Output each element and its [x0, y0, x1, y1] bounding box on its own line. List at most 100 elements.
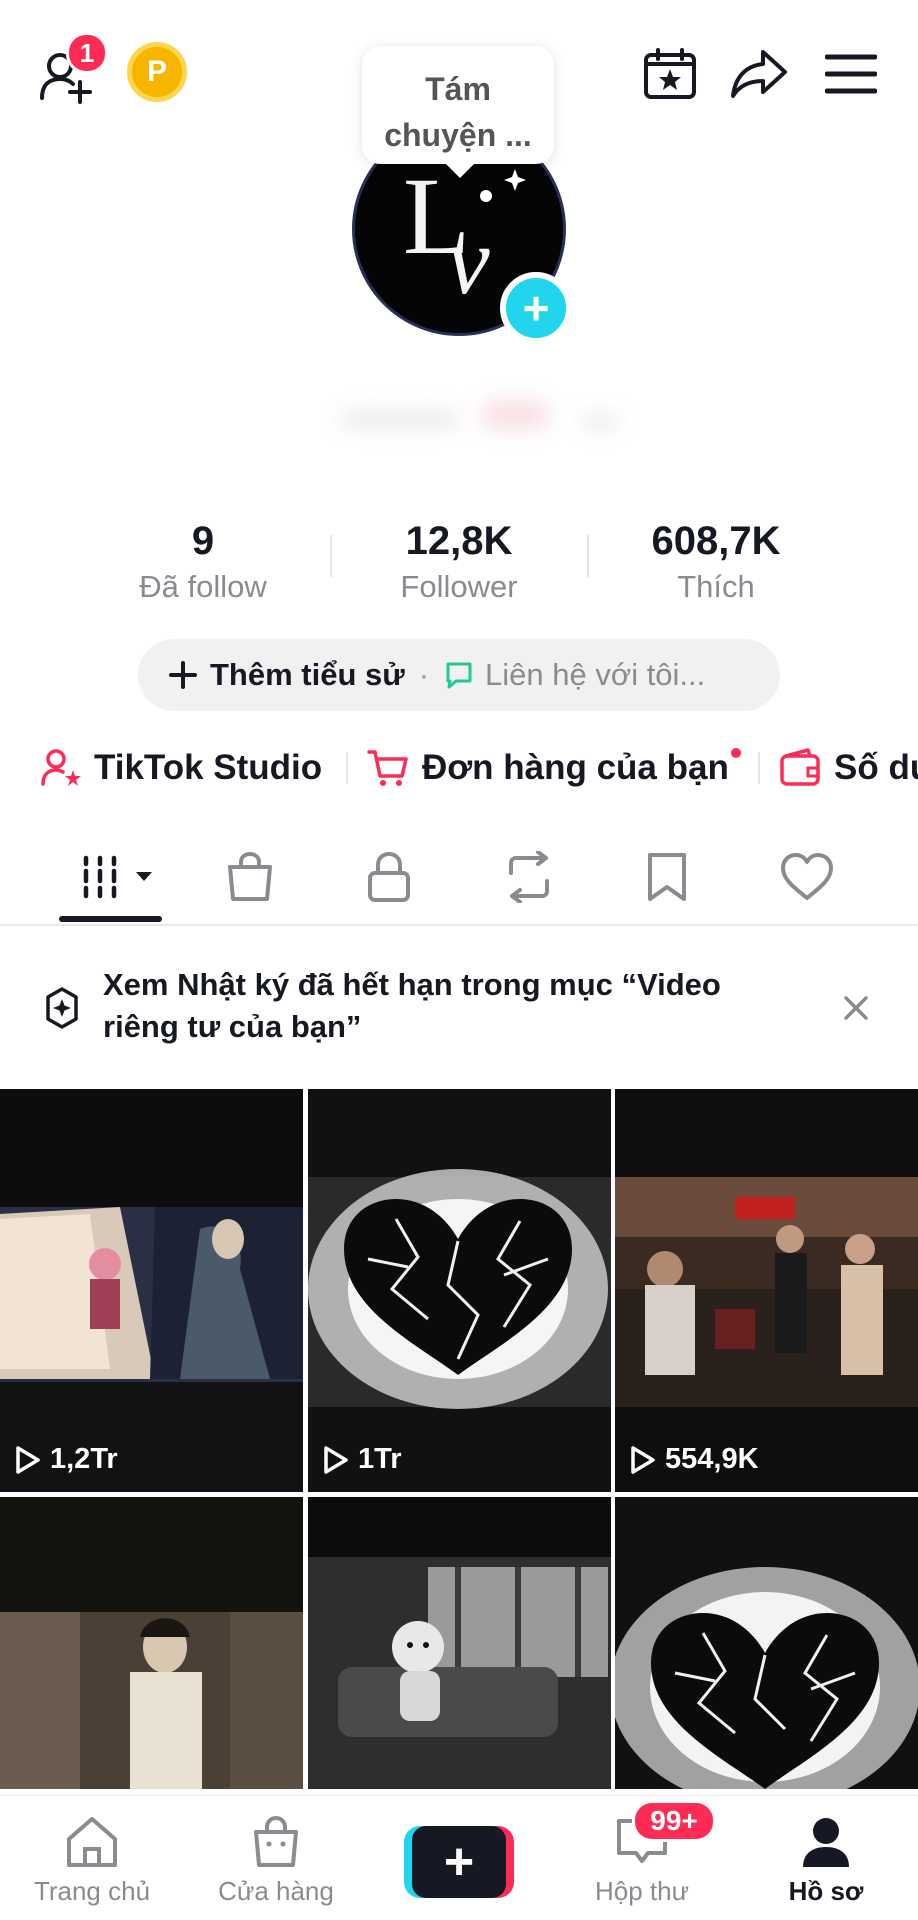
- shopping-cart-icon: [367, 750, 408, 786]
- tab-reposts[interactable]: [494, 842, 564, 912]
- repost-icon: [509, 851, 549, 903]
- video-thumbnail[interactable]: 554,9K: [615, 1089, 918, 1492]
- wallet-icon: [780, 748, 820, 786]
- view-count: 1,2Tr: [14, 1443, 118, 1476]
- profile-links-row: TikTok Studio Đơn hàng của bạn Số dư: [0, 740, 918, 796]
- tiktok-studio-link[interactable]: TikTok Studio: [40, 740, 322, 796]
- profile-stats: 9 Đã follow 12,8K Follower 608,7K Thích: [0, 515, 918, 605]
- stat-followers-label: Follower: [400, 569, 518, 604]
- play-outline-icon: [631, 1445, 655, 1474]
- nav-shop-label: Cửa hàng: [218, 1876, 334, 1906]
- nav-shop[interactable]: Cửa hàng: [196, 1796, 356, 1920]
- view-count-label: 1Tr: [358, 1443, 402, 1475]
- inbox-badge: 99+: [632, 1800, 716, 1842]
- nav-profile-label: Hồ sơ: [788, 1876, 864, 1906]
- view-count-label: 1,2Tr: [50, 1443, 118, 1475]
- event-calendar-button[interactable]: [640, 44, 700, 104]
- video-grid: 1,2Tr 1Tr 554,9K: [0, 1089, 918, 1789]
- plus-icon: +: [443, 1833, 475, 1891]
- tab-private[interactable]: [354, 842, 424, 912]
- street-scene-image: [615, 1089, 918, 1492]
- shopping-bag-icon: [228, 851, 272, 901]
- svg-text:v: v: [447, 207, 490, 314]
- contact-label: Liên hệ với tôi...: [485, 657, 706, 692]
- close-icon[interactable]: [842, 994, 870, 1022]
- stat-likes-value: 608,7K: [651, 519, 781, 563]
- plus-icon: [169, 661, 197, 689]
- share-profile-button[interactable]: [728, 44, 790, 104]
- tiktok-studio-label: TikTok Studio: [94, 748, 323, 787]
- nav-inbox[interactable]: 99+ Hộp thư: [562, 1796, 722, 1920]
- view-count: 554,9K: [629, 1443, 759, 1476]
- video-thumbnail[interactable]: [308, 1497, 611, 1789]
- avatar-add-button[interactable]: +: [500, 272, 572, 344]
- video-thumbnail[interactable]: 1Tr: [308, 1089, 611, 1492]
- nav-profile[interactable]: Hồ sơ: [746, 1796, 906, 1920]
- blurred-username: [330, 390, 700, 450]
- tab-favorites[interactable]: [632, 842, 702, 912]
- stat-following-value: 9: [191, 519, 215, 563]
- balance-link[interactable]: Số dư: [778, 740, 918, 796]
- video-thumbnail[interactable]: [615, 1497, 918, 1789]
- stat-following-label: Đã follow: [139, 569, 267, 604]
- profile-person-icon: [803, 1818, 849, 1867]
- stat-following[interactable]: 9 Đã follow: [78, 515, 328, 607]
- add-bio-label: Thêm tiểu sử: [210, 657, 405, 692]
- orders-link[interactable]: Đơn hàng của bạn: [366, 740, 741, 796]
- creator-person-icon: [41, 749, 81, 786]
- nav-home[interactable]: Trang chủ: [12, 1796, 172, 1920]
- orders-notification-dot: [730, 748, 741, 758]
- view-count: 1Tr: [322, 1443, 402, 1476]
- hamburger-menu-icon: [825, 54, 877, 94]
- link-separator: [346, 752, 348, 784]
- note-bubble[interactable]: Tám chuyện ...: [362, 46, 554, 178]
- stat-followers-value: 12,8K: [405, 519, 513, 563]
- shopping-bag-icon: [254, 1815, 298, 1867]
- video-thumbnail[interactable]: 1,2Tr: [0, 1089, 303, 1492]
- bottom-navigation: Trang chủ Cửa hàng + 99+ Hộp thư Hồ sơ: [0, 1795, 918, 1920]
- stat-followers[interactable]: 12,8K Follower: [334, 515, 584, 607]
- tab-shop[interactable]: [215, 842, 285, 912]
- bio-pill: Thêm tiểu sử · Liên hệ với tôi...: [138, 639, 780, 711]
- stat-likes[interactable]: 608,7K Thích: [591, 515, 841, 607]
- coin-icon[interactable]: P: [127, 42, 187, 102]
- tab-videos[interactable]: [78, 842, 158, 912]
- heart-outline-icon: [781, 853, 833, 900]
- broken-heart-image: [615, 1497, 918, 1789]
- broken-heart-image: [308, 1089, 611, 1492]
- orders-label: Đơn hàng của bạn: [422, 748, 729, 787]
- content-tabs: [0, 830, 918, 926]
- view-count-label: 554,9K: [665, 1443, 759, 1475]
- sparkle-box-icon: [46, 987, 78, 1029]
- active-tab-indicator: [59, 916, 162, 922]
- sad-figure-image: [308, 1497, 611, 1789]
- nav-home-label: Trang chủ: [33, 1876, 151, 1906]
- anime-scene-image: [0, 1089, 303, 1492]
- lock-icon: [368, 851, 410, 902]
- video-thumbnail[interactable]: [0, 1497, 303, 1789]
- note-bubble-line1: Tám: [425, 71, 491, 107]
- stat-divider: [587, 535, 589, 577]
- create-button-core: +: [412, 1826, 506, 1898]
- menu-button[interactable]: [820, 48, 882, 100]
- stat-likes-label: Thích: [677, 569, 755, 604]
- share-arrow-icon: [731, 50, 787, 98]
- add-friend-button[interactable]: 1: [34, 32, 108, 108]
- friend-request-badge: 1: [66, 32, 108, 74]
- anime-boy-image: [0, 1497, 303, 1789]
- create-button[interactable]: +: [404, 1826, 514, 1898]
- add-bio-button[interactable]: Thêm tiểu sử: [168, 657, 405, 693]
- note-bubble-line2: chuyện ...: [384, 117, 532, 153]
- stat-divider: [330, 535, 332, 577]
- tab-liked[interactable]: [772, 842, 842, 912]
- contact-button[interactable]: Liên hệ với tôi...: [443, 657, 705, 693]
- nav-inbox-label: Hộp thư: [594, 1876, 689, 1906]
- expired-diary-notice[interactable]: Xem Nhật ký đã hết hạn trong mục “Video …: [0, 928, 918, 1088]
- bio-separator: ·: [418, 657, 430, 692]
- video-grid-icon: [83, 855, 152, 899]
- chat-bubble-icon: [446, 662, 472, 689]
- bookmark-icon: [648, 853, 686, 901]
- link-separator: [758, 752, 760, 784]
- balance-label: Số dư: [834, 748, 918, 787]
- play-outline-icon: [16, 1445, 40, 1474]
